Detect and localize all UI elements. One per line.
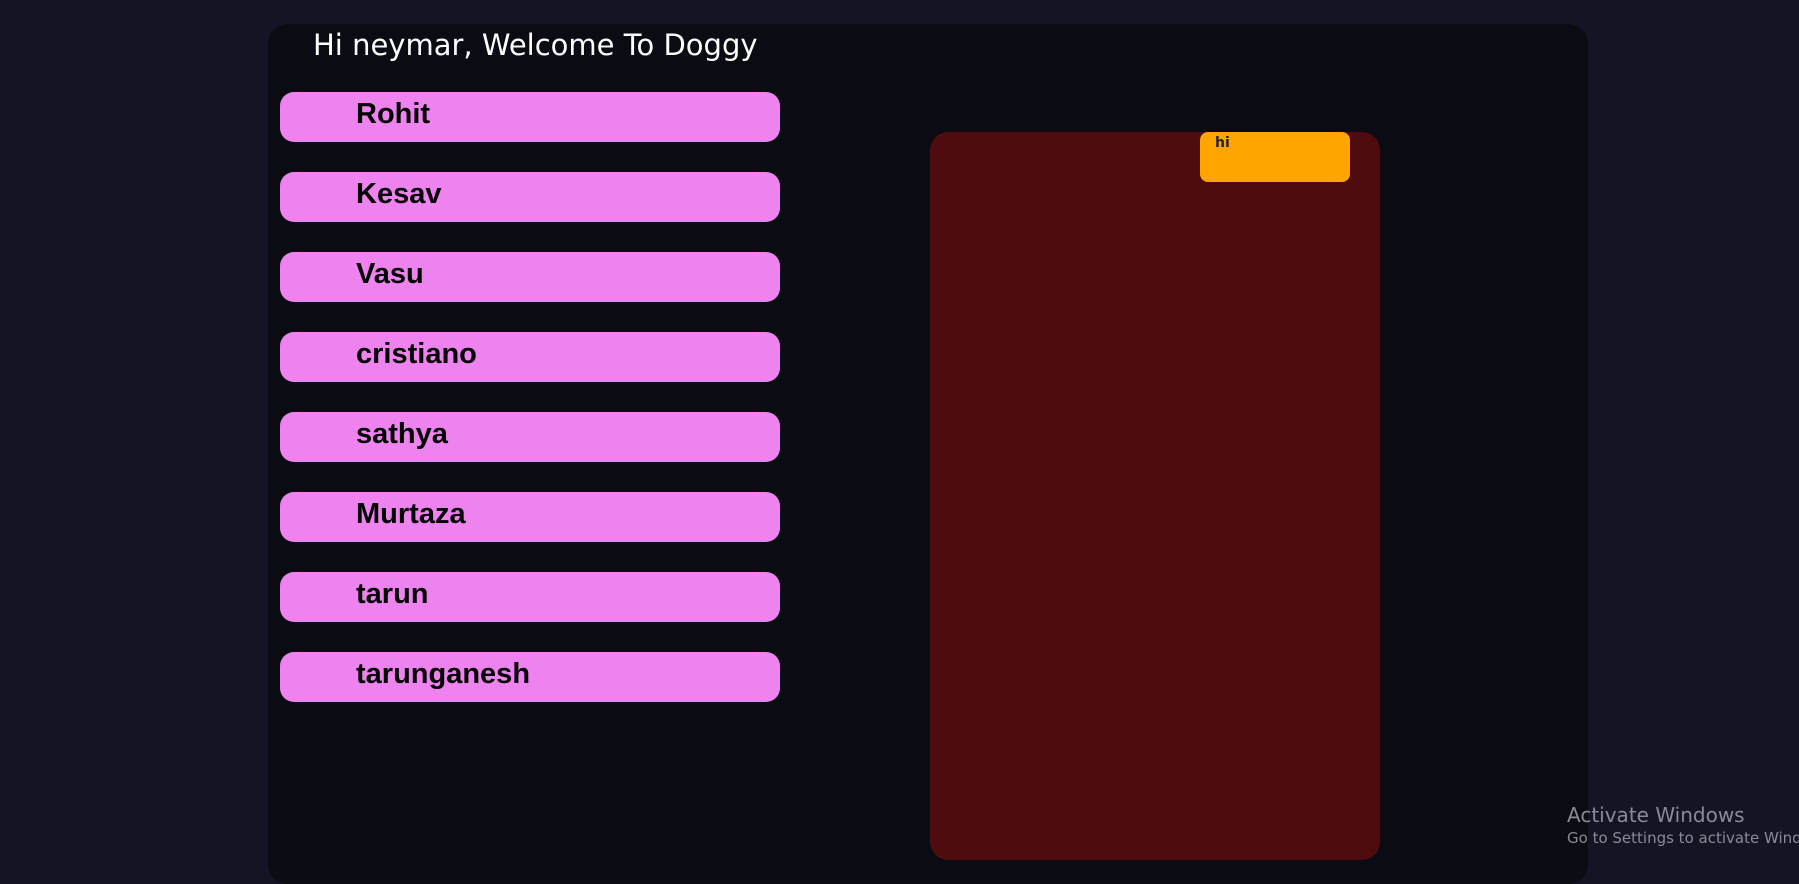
message-text: hi xyxy=(1215,135,1230,151)
chat-window: hi xyxy=(930,132,1380,860)
contact-name: Vasu xyxy=(356,258,424,290)
contact-item-sathya[interactable]: sathya xyxy=(280,412,780,462)
watermark-subtitle: Go to Settings to activate Windows. xyxy=(1567,829,1799,847)
contact-item-vasu[interactable]: Vasu xyxy=(280,252,780,302)
contact-name: cristiano xyxy=(356,338,477,370)
contact-name: tarun xyxy=(356,578,429,610)
contact-item-kesav[interactable]: Kesav xyxy=(280,172,780,222)
contact-name: sathya xyxy=(356,418,448,450)
contact-name: Murtaza xyxy=(356,498,466,530)
contact-name: Rohit xyxy=(356,98,431,130)
contact-item-murtaza[interactable]: Murtaza xyxy=(280,492,780,542)
contact-name: tarunganesh xyxy=(356,658,531,690)
page-title: Hi neymar, Welcome To Doggy xyxy=(313,28,758,62)
watermark-title: Activate Windows xyxy=(1567,803,1745,827)
contact-item-tarunganesh[interactable]: tarunganesh xyxy=(280,652,780,702)
message-bubble: hi xyxy=(1200,132,1350,182)
contact-item-cristiano[interactable]: cristiano xyxy=(280,332,780,382)
contact-item-tarun[interactable]: tarun xyxy=(280,572,780,622)
main-panel: Hi neymar, Welcome To Doggy Rohit Kesav … xyxy=(268,24,1588,884)
contact-item-rohit[interactable]: Rohit xyxy=(280,92,780,142)
contact-name: Kesav xyxy=(356,178,442,210)
activate-windows-watermark: Activate Windows Go to Settings to activ… xyxy=(1567,803,1799,847)
